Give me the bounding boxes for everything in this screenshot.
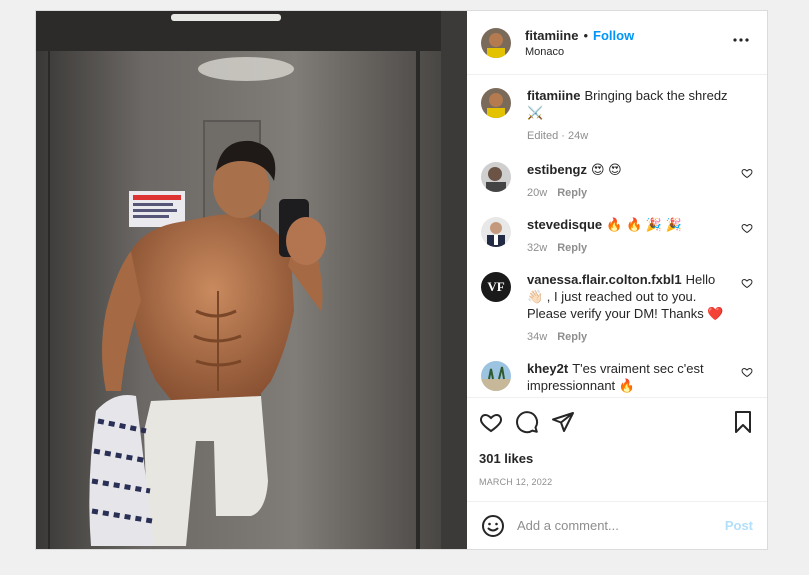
post-date[interactable]: MARCH 12, 2022 (479, 477, 755, 487)
post-location[interactable]: Monaco (525, 46, 729, 58)
post-comment-button[interactable]: Post (725, 518, 753, 533)
share-send-icon[interactable] (551, 410, 575, 434)
comment-username[interactable]: stevedisque (527, 217, 602, 232)
elevator-selfie-image (36, 11, 467, 549)
likes-count[interactable]: 301 likes (479, 451, 755, 466)
author-avatar-small[interactable] (481, 88, 511, 118)
author-username[interactable]: fitamiine (525, 28, 578, 43)
commenter-avatar[interactable] (481, 361, 511, 391)
comment-item: stevedisque 🔥 🔥 🎉 🎉 32w Reply (481, 216, 753, 257)
reply-button[interactable]: Reply (557, 187, 587, 199)
like-comment-heart-icon[interactable] (741, 222, 753, 234)
commenter-avatar[interactable] (481, 217, 511, 247)
like-comment-heart-icon[interactable] (741, 366, 753, 378)
post-header: fitamiine • Follow Monaco (467, 11, 767, 75)
save-bookmark-icon[interactable] (731, 410, 755, 434)
comment-username[interactable]: khey2t (527, 361, 568, 376)
post-side-panel: fitamiine • Follow Monaco fitamiine Bring… (467, 11, 767, 549)
comment-bubble-icon[interactable] (515, 410, 539, 434)
post-actions: 301 likes MARCH 12, 2022 (467, 397, 767, 501)
reply-button[interactable]: Reply (557, 331, 587, 343)
comments-list[interactable]: fitamiine Bringing back the shredz ⚔️ Edi… (467, 75, 767, 397)
like-comment-heart-icon[interactable] (741, 167, 753, 179)
caption-username[interactable]: fitamiine (527, 88, 580, 103)
like-comment-heart-icon[interactable] (741, 277, 753, 289)
more-options-icon[interactable] (729, 31, 753, 54)
comment-item: estibengz 😍 😍 20w Reply (481, 161, 753, 202)
reply-button[interactable]: Reply (557, 242, 587, 254)
add-comment-input[interactable] (517, 518, 725, 533)
comment-username[interactable]: vanessa.flair.colton.fxbl1 (527, 272, 682, 287)
post-card: fitamiine • Follow Monaco fitamiine Bring… (35, 10, 768, 550)
comment-age[interactable]: 34w (527, 331, 547, 343)
commenter-avatar[interactable]: VF (481, 272, 511, 302)
caption-meta: Edited · 24w (527, 130, 589, 142)
caption: fitamiine Bringing back the shredz ⚔️ Edi… (481, 87, 753, 145)
comment-age[interactable]: 32w (527, 242, 547, 254)
comment-text: 🔥 🔥 🎉 🎉 (606, 217, 682, 232)
like-heart-icon[interactable] (479, 410, 503, 434)
comment-text: 😍 😍 (590, 162, 622, 177)
emoji-icon[interactable] (481, 514, 505, 538)
comment-username[interactable]: estibengz (527, 162, 587, 177)
comment-age[interactable]: 20w (527, 187, 547, 199)
comment-item: VF vanessa.flair.colton.fxbl1 Hello 👋🏻 , … (481, 271, 753, 346)
post-image[interactable] (36, 11, 467, 549)
author-avatar[interactable] (481, 27, 511, 58)
author-info: fitamiine • Follow Monaco (525, 28, 729, 58)
separator-dot: • (583, 27, 589, 43)
add-comment-bar: Post (467, 501, 767, 549)
follow-button[interactable]: Follow (593, 28, 634, 43)
comment-item: khey2t T'es vraiment sec c'est impression… (481, 360, 753, 394)
commenter-avatar[interactable] (481, 162, 511, 192)
